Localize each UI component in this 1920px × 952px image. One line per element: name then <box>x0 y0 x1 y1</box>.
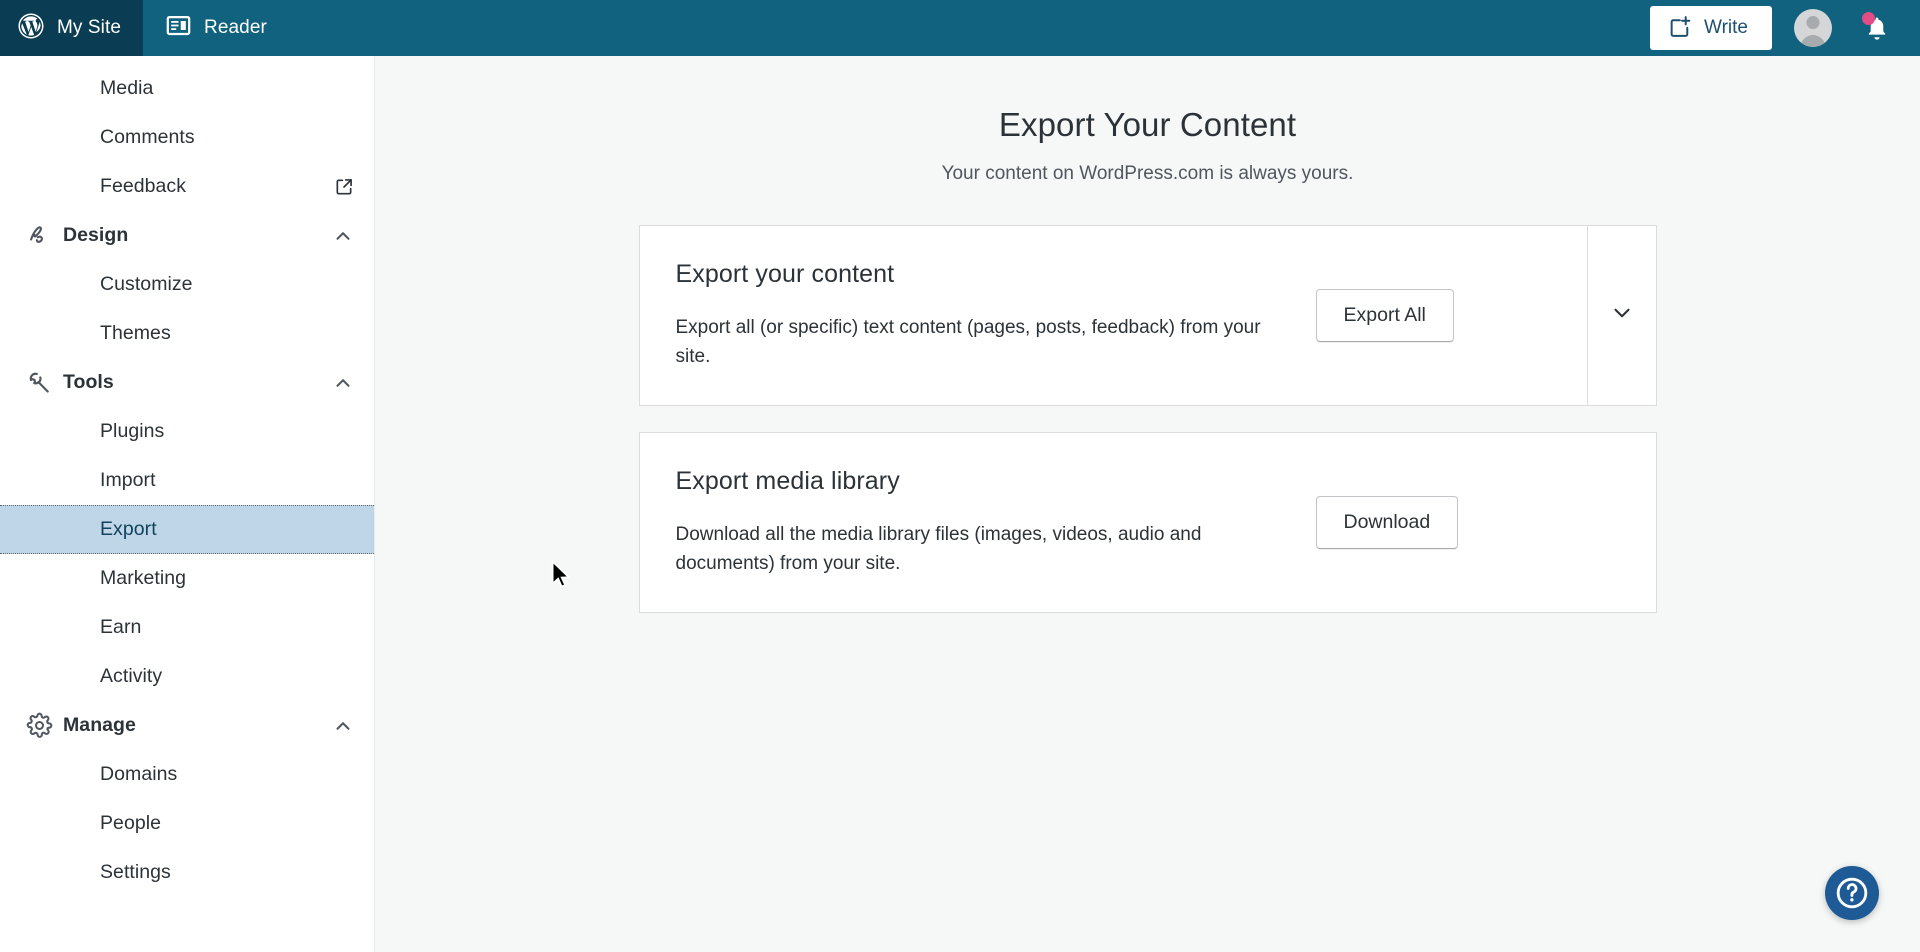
download-button[interactable]: Download <box>1315 496 1459 549</box>
sidebar-section-manage[interactable]: Manage <box>0 701 374 750</box>
card-heading: Export your content <box>675 260 895 288</box>
sidebar-item-label: Export <box>100 518 157 540</box>
write-plus-icon <box>1668 14 1693 42</box>
sidebar-item-label: Comments <box>100 126 195 148</box>
sidebar-item-earn[interactable]: Earn <box>0 603 374 652</box>
reader-icon <box>165 12 192 44</box>
write-button[interactable]: Write <box>1650 6 1772 50</box>
write-button-label: Write <box>1704 17 1748 38</box>
notifications-bell-button[interactable] <box>1860 11 1894 45</box>
sidebar-item-label: Feedback <box>100 175 187 197</box>
card-description: Download all the media library files (im… <box>675 524 1202 574</box>
export-content-card-body: Export your content Export all (or speci… <box>640 226 1587 405</box>
sidebar-nav-list: Media Comments Feedback Design Customize… <box>0 56 374 897</box>
card-description: Export all (or specific) text content (p… <box>675 317 1261 367</box>
sidebar-item-label: Import <box>100 469 156 491</box>
export-media-card-action: Download <box>1315 496 1459 549</box>
sidebar-item-marketing[interactable]: Marketing <box>0 554 374 603</box>
wordpress-logo-icon <box>16 11 46 46</box>
export-media-card-text: Export media library Download all the me… <box>676 467 1316 578</box>
masthead-reader-button[interactable]: Reader <box>143 0 289 56</box>
sidebar-item-label: Marketing <box>100 567 187 589</box>
sidebar-item-label: Media <box>100 77 154 99</box>
sidebar-item-label: Domains <box>100 763 178 785</box>
sidebar-item-label: Customize <box>100 273 193 295</box>
export-content-card-text: Export your content Export all (or speci… <box>676 260 1316 371</box>
sidebar-item-import[interactable]: Import <box>0 456 374 505</box>
sidebar-item-settings[interactable]: Settings <box>0 848 374 897</box>
sidebar-item-feedback[interactable]: Feedback <box>0 162 374 211</box>
export-media-card-body: Export media library Download all the me… <box>640 433 1656 612</box>
sidebar-item-themes[interactable]: Themes <box>0 309 374 358</box>
masthead: My Site Reader Write <box>0 0 1920 56</box>
gear-icon <box>26 712 56 739</box>
chevron-down-icon <box>1609 300 1635 331</box>
export-content-card: Export your content Export all (or speci… <box>638 225 1657 406</box>
card-heading: Export media library <box>675 467 900 495</box>
export-media-card: Export media library Download all the me… <box>638 432 1657 613</box>
sidebar-item-people[interactable]: People <box>0 799 374 848</box>
sidebar-item-media[interactable]: Media <box>0 64 374 113</box>
avatar[interactable] <box>1794 9 1832 47</box>
help-question-icon <box>1836 877 1868 909</box>
brush-icon <box>26 222 56 249</box>
sidebar-item-customize[interactable]: Customize <box>0 260 374 309</box>
masthead-spacer <box>289 0 1650 56</box>
export-cards: Export your content Export all (or speci… <box>638 225 1657 613</box>
chevron-up-icon[interactable] <box>332 715 354 737</box>
chevron-up-icon[interactable] <box>332 225 354 247</box>
sidebar-section-tools[interactable]: Tools <box>0 358 374 407</box>
sidebar-item-label: Earn <box>100 616 142 638</box>
export-content-card-expander[interactable] <box>1586 226 1656 405</box>
export-content-card-action: Export All <box>1315 289 1454 342</box>
main-content: Export Your Content Your content on Word… <box>375 56 1920 952</box>
sidebar-item-label: People <box>100 812 162 834</box>
sidebar-section-label: Design <box>63 224 129 246</box>
masthead-my-site-button[interactable]: My Site <box>0 0 143 56</box>
notification-unread-dot <box>1862 12 1875 25</box>
sidebar-item-label: Settings <box>100 861 171 883</box>
page-title: Export Your Content <box>998 106 1297 143</box>
sidebar-item-domains[interactable]: Domains <box>0 750 374 799</box>
help-button[interactable] <box>1825 866 1879 920</box>
masthead-reader-label: Reader <box>204 17 267 38</box>
sidebar-item-plugins[interactable]: Plugins <box>0 407 374 456</box>
sidebar-item-activity[interactable]: Activity <box>0 652 374 701</box>
sidebar-item-label: Themes <box>100 322 171 344</box>
page-header: Export Your Content Your content on Word… <box>375 56 1920 185</box>
chevron-up-icon[interactable] <box>332 372 354 394</box>
sidebar-item-comments[interactable]: Comments <box>0 113 374 162</box>
sidebar-item-label: Plugins <box>100 420 165 442</box>
sidebar-item-export[interactable]: Export <box>0 505 374 554</box>
sidebar: Media Comments Feedback Design Customize… <box>0 56 375 952</box>
sidebar-section-design[interactable]: Design <box>0 211 374 260</box>
sidebar-item-label: Activity <box>100 665 163 687</box>
sidebar-section-label: Tools <box>63 371 114 393</box>
sidebar-section-label: Manage <box>63 714 136 736</box>
export-all-button[interactable]: Export All <box>1315 289 1454 342</box>
wrench-icon <box>26 369 56 396</box>
external-link-icon <box>334 177 354 197</box>
masthead-my-site-label: My Site <box>57 17 122 38</box>
page-subtitle: Your content on WordPress.com is always … <box>941 163 1354 184</box>
